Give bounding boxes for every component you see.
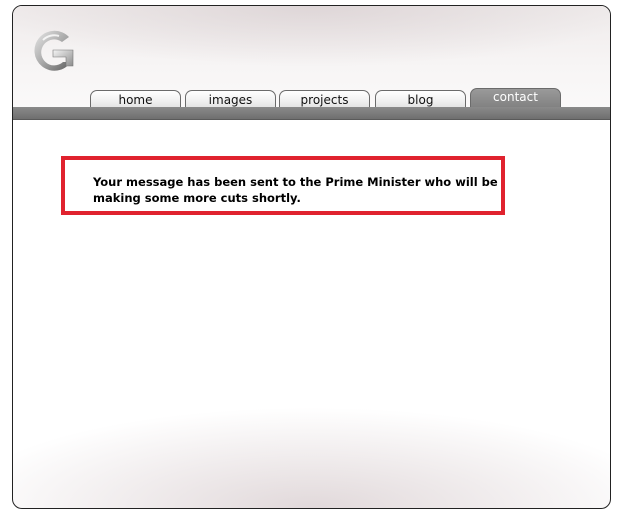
tab-home[interactable]: home <box>90 90 181 108</box>
nav-bar <box>13 107 610 120</box>
tab-blog[interactable]: blog <box>375 90 466 108</box>
site-logo-g-icon[interactable] <box>29 28 77 76</box>
tab-projects[interactable]: projects <box>279 90 370 108</box>
page-frame: home images projects blog contact Your m… <box>12 5 611 509</box>
confirmation-message-box: Your message has been sent to the Prime … <box>61 156 505 215</box>
tab-images[interactable]: images <box>185 90 276 108</box>
confirmation-message-text: Your message has been sent to the Prime … <box>93 175 498 205</box>
tab-contact[interactable]: contact <box>470 88 561 109</box>
